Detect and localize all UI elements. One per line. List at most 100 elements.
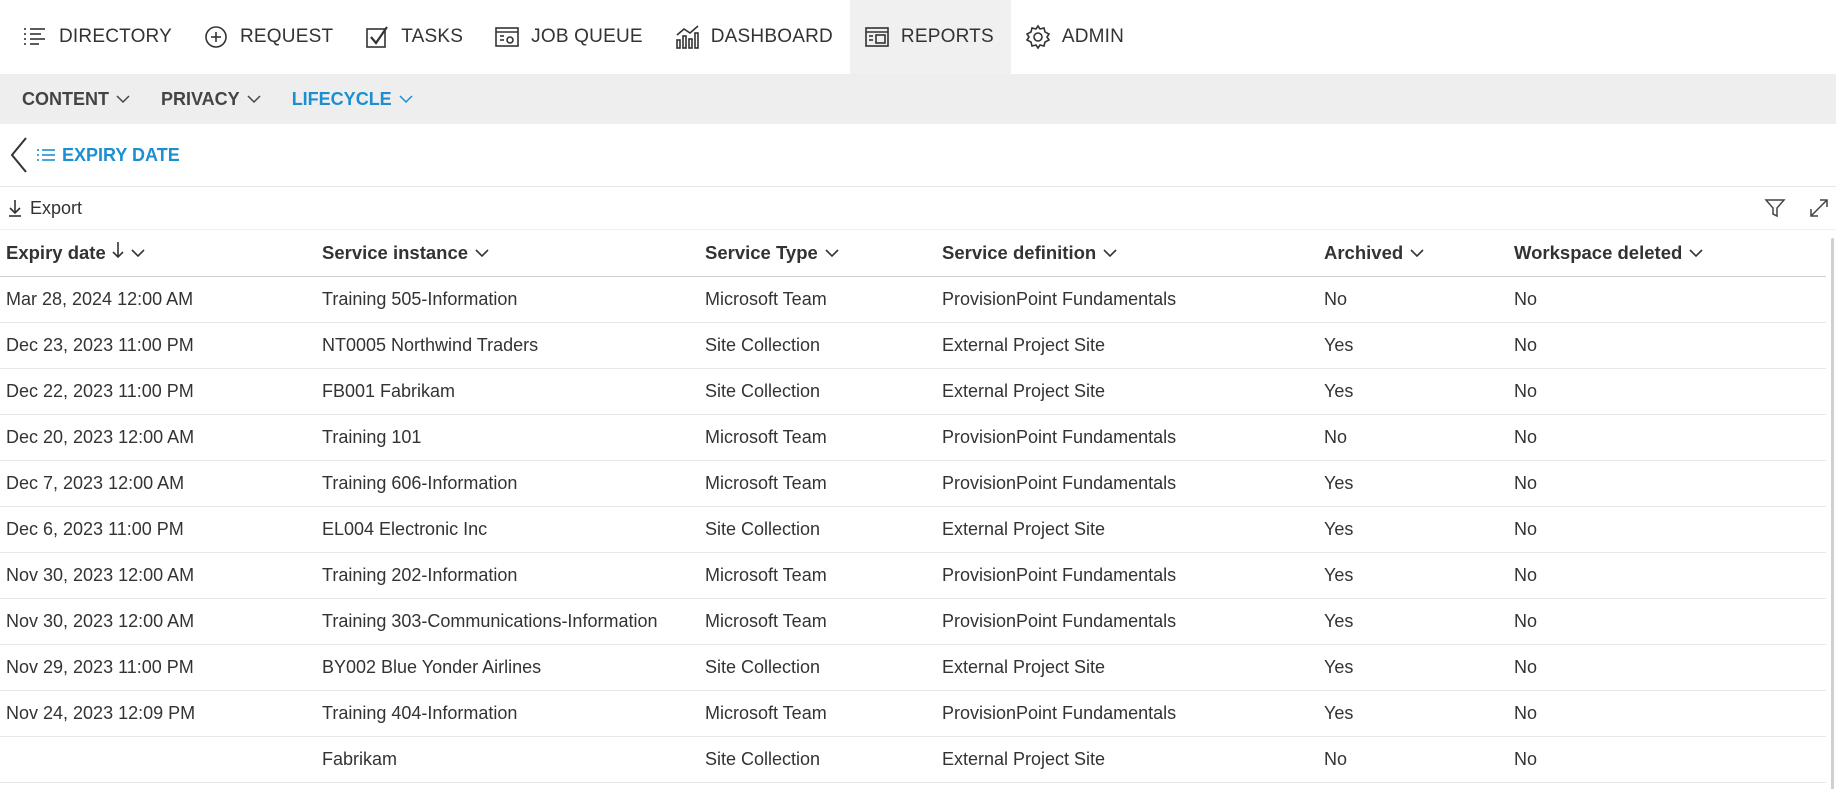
export-button[interactable]: Export — [8, 198, 82, 219]
cell-service-definition: ProvisionPoint Fundamentals — [936, 460, 1318, 507]
cell-expiry-date — [0, 736, 316, 783]
cell-service-instance: Fabrikam — [316, 736, 699, 783]
nav-tasks[interactable]: TASKS — [350, 0, 480, 74]
cell-service-type: Site Collection — [699, 506, 936, 553]
back-button[interactable] — [2, 130, 36, 180]
cell-service-definition: External Project Site — [936, 506, 1318, 553]
cell-workspace-deleted: No — [1508, 736, 1826, 783]
cell-expiry-date: Dec 20, 2023 12:00 AM — [0, 414, 316, 461]
column-header-expiry-date[interactable]: Expiry date — [0, 230, 316, 277]
vertical-scrollbar[interactable] — [1831, 238, 1834, 789]
job-queue-icon — [495, 27, 519, 47]
cell-archived: Yes — [1318, 322, 1508, 369]
column-header-label: Workspace deleted — [1514, 241, 1683, 263]
cell-service-instance: Training 505-Information — [316, 276, 699, 323]
table-row[interactable]: Nov 24, 2023 12:09 PM Training 404-Inform… — [0, 690, 1826, 737]
column-header-workspace-deleted[interactable]: Workspace deleted — [1508, 230, 1826, 277]
subnav-lifecycle-label: LIFECYCLE — [291, 88, 392, 109]
chevron-down-icon — [475, 249, 489, 257]
chevron-down-icon — [247, 95, 261, 104]
nav-reports[interactable]: REPORTS — [849, 0, 1011, 74]
cell-workspace-deleted: No — [1508, 644, 1826, 691]
plus-circle-icon — [205, 26, 227, 48]
cell-expiry-date: Nov 30, 2023 12:00 AM — [0, 598, 316, 645]
cell-archived: No — [1318, 414, 1508, 461]
cell-service-definition: External Project Site — [936, 368, 1318, 415]
cell-archived: Yes — [1318, 506, 1508, 553]
cell-service-instance: Training 303-Communications-Information — [316, 598, 699, 645]
table-row[interactable]: Dec 7, 2023 12:00 AM Training 606-Informa… — [0, 460, 1826, 507]
cell-expiry-date: Dec 22, 2023 11:00 PM — [0, 368, 316, 415]
cell-archived: No — [1318, 736, 1508, 783]
cell-expiry-date: Dec 23, 2023 11:00 PM — [0, 322, 316, 369]
cell-workspace-deleted: No — [1508, 552, 1826, 599]
subnav-content[interactable]: CONTENT — [22, 89, 131, 110]
column-header-archived[interactable]: Archived — [1318, 230, 1508, 277]
cell-service-type: Microsoft Team — [699, 414, 936, 461]
subnav-content-label: CONTENT — [22, 88, 109, 109]
cell-service-type: Site Collection — [699, 322, 936, 369]
cell-service-type: Microsoft Team — [699, 690, 936, 737]
chevron-down-icon — [825, 249, 839, 257]
table-row[interactable]: Dec 23, 2023 11:00 PM NT0005 Northwind Tr… — [0, 322, 1826, 369]
checkbox-icon — [366, 26, 389, 48]
subnav-lifecycle[interactable]: LIFECYCLE — [292, 89, 414, 110]
cell-service-instance: Training 202-Information — [316, 552, 699, 599]
cell-expiry-date: Nov 29, 2023 11:00 PM — [0, 644, 316, 691]
report-title: EXPIRY DATE — [36, 145, 180, 166]
table-row[interactable]: Fabrikam Site Collection External Project … — [0, 736, 1826, 783]
nav-dashboard-label: DASHBOARD — [710, 26, 833, 47]
sort-descending-icon — [112, 241, 124, 264]
cell-workspace-deleted: No — [1508, 368, 1826, 415]
subnav-privacy[interactable]: PRIVACY — [161, 89, 262, 110]
cell-service-instance: FB001 Fabrikam — [316, 368, 699, 415]
cell-service-definition: ProvisionPoint Fundamentals — [936, 276, 1318, 323]
table-row[interactable]: Nov 30, 2023 12:00 AM Training 202-Inform… — [0, 552, 1826, 599]
nav-tasks-label: TASKS — [401, 26, 464, 47]
cell-service-type: Site Collection — [699, 736, 936, 783]
table-row[interactable]: Dec 20, 2023 12:00 AM Training 101 Microso… — [0, 414, 1826, 461]
nav-request[interactable]: REQUEST — [189, 0, 350, 74]
chart-icon — [675, 25, 699, 49]
cell-service-type: Site Collection — [699, 644, 936, 691]
cell-archived: Yes — [1318, 598, 1508, 645]
cell-service-type: Microsoft Team — [699, 598, 936, 645]
column-header-service-instance[interactable]: Service instance — [316, 230, 699, 277]
cell-archived: No — [1318, 276, 1508, 323]
table-row[interactable]: Dec 6, 2023 11:00 PM EL004 Electronic Inc… — [0, 506, 1826, 553]
cell-workspace-deleted: No — [1508, 598, 1826, 645]
expiry-date-table: Expiry date Service instance Service Typ… — [0, 230, 1826, 783]
chevron-left-icon — [10, 137, 27, 173]
table-row[interactable]: Nov 29, 2023 11:00 PM BY002 Blue Yonder A… — [0, 644, 1826, 691]
table-body: Mar 28, 2024 12:00 AM Training 505-Inform… — [0, 276, 1826, 783]
nav-admin[interactable]: ADMIN — [1011, 0, 1141, 74]
table-row[interactable]: Mar 28, 2024 12:00 AM Training 505-Inform… — [0, 276, 1826, 323]
report-grid: Expiry date Service instance Service Typ… — [0, 230, 1836, 789]
cell-service-type: Site Collection — [699, 368, 936, 415]
column-header-service-type[interactable]: Service Type — [699, 230, 936, 277]
nav-job-queue[interactable]: JOB QUEUE — [480, 0, 660, 74]
filter-button[interactable] — [1764, 197, 1786, 219]
subnav-privacy-label: PRIVACY — [161, 88, 240, 109]
list-icon — [24, 28, 45, 45]
fullscreen-button[interactable] — [1808, 197, 1830, 219]
column-header-label: Service instance — [322, 241, 469, 263]
table-row[interactable]: Dec 22, 2023 11:00 PM FB001 Fabrikam Site … — [0, 368, 1826, 415]
sub-navigation: CONTENT PRIVACY LIFECYCLE — [0, 74, 1836, 124]
cell-expiry-date: Dec 6, 2023 11:00 PM — [0, 506, 316, 553]
nav-directory[interactable]: DIRECTORY — [8, 0, 189, 74]
cell-workspace-deleted: No — [1508, 322, 1826, 369]
cell-workspace-deleted: No — [1508, 506, 1826, 553]
cell-service-definition: ProvisionPoint Fundamentals — [936, 552, 1318, 599]
nav-admin-label: ADMIN — [1061, 26, 1125, 47]
column-header-label: Service Type — [705, 241, 818, 263]
expand-icon — [1810, 199, 1828, 217]
cell-expiry-date: Mar 28, 2024 12:00 AM — [0, 276, 316, 323]
report-toolbar: Export — [0, 187, 1836, 230]
cell-service-definition: ProvisionPoint Fundamentals — [936, 598, 1318, 645]
report-title-label: EXPIRY DATE — [62, 144, 180, 165]
column-header-service-definition[interactable]: Service definition — [936, 230, 1318, 277]
table-row[interactable]: Nov 30, 2023 12:00 AM Training 303-Commun… — [0, 598, 1826, 645]
nav-dashboard[interactable]: DASHBOARD — [660, 0, 850, 74]
cell-service-instance: EL004 Electronic Inc — [316, 506, 699, 553]
